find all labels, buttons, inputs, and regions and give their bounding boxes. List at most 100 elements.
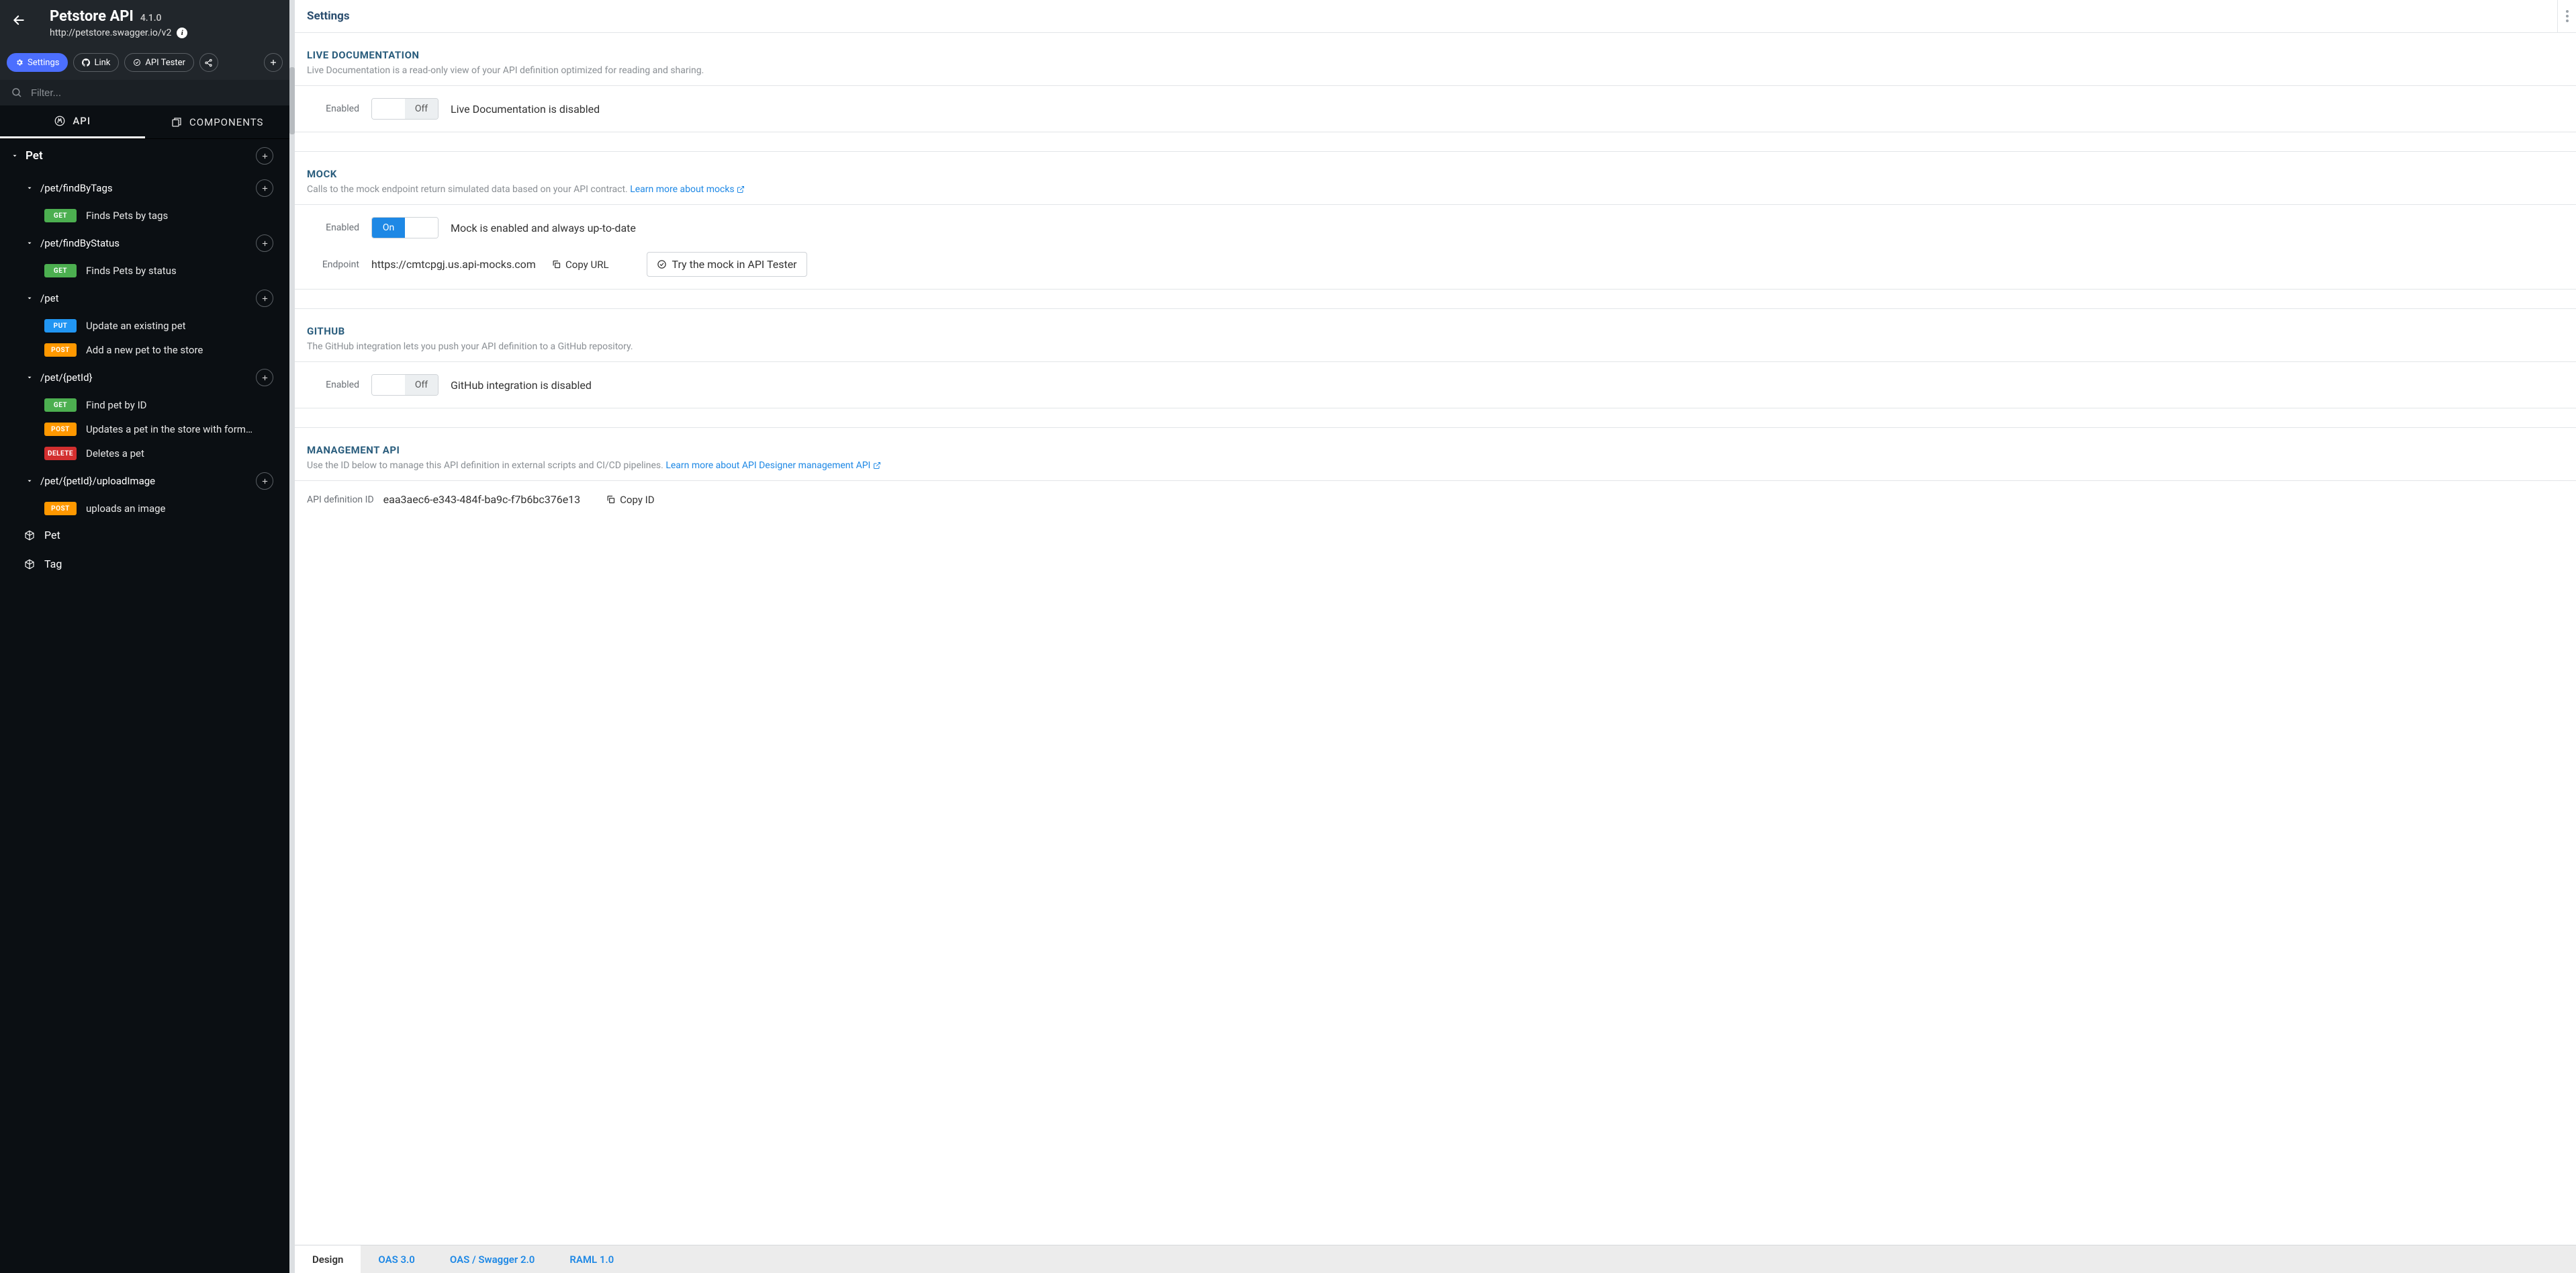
tree-path-label: /pet/findByStatus (40, 237, 256, 249)
live-doc-toggle[interactable]: On Off (371, 98, 439, 120)
tree-operation[interactable]: POST uploads an image (0, 496, 289, 521)
method-badge-post: POST (44, 423, 77, 436)
tree-schema[interactable]: Pet (0, 521, 289, 550)
bottom-tab[interactable]: Design (295, 1245, 361, 1273)
operation-summary: Deletes a pet (86, 447, 144, 459)
tree-operation[interactable]: POST Add a new pet to the store (0, 338, 289, 362)
api-url: http://petstore.swagger.io/v2 (50, 28, 171, 38)
link-button[interactable]: Link (73, 53, 119, 72)
tree-path-label: /pet/{petId} (40, 371, 256, 384)
pane-drag-handle[interactable] (289, 0, 295, 1273)
link-button-label: Link (94, 58, 110, 68)
caret-down-icon (24, 478, 35, 484)
add-operation-button[interactable] (256, 234, 273, 252)
add-operation-button[interactable] (256, 472, 273, 490)
tree-operation[interactable]: GET Finds Pets by tags (0, 204, 289, 228)
settings-button[interactable]: Settings (7, 53, 68, 72)
filter-input[interactable] (31, 87, 279, 99)
tree-operation[interactable]: GET Finds Pets by status (0, 259, 289, 283)
tree-group-header[interactable]: Pet (0, 139, 289, 173)
sidebar-toolbar: Settings Link API Tester (0, 45, 289, 80)
api-tester-button[interactable]: API Tester (124, 53, 193, 72)
bottom-tab[interactable]: OAS 3.0 (361, 1245, 432, 1273)
add-operation-button[interactable] (256, 290, 273, 307)
copy-id-label: Copy ID (620, 494, 654, 506)
check-badge-icon (657, 259, 667, 269)
tree-operation[interactable]: GET Find pet by ID (0, 393, 289, 417)
search-icon (11, 87, 23, 99)
api-tree[interactable]: Pet /pet/findByTags GET Finds Pets by ta… (0, 139, 289, 1273)
section-live-documentation: LIVE DOCUMENTATION Live Documentation is… (295, 33, 2576, 152)
section-title: MANAGEMENT API (307, 444, 2564, 456)
bottom-tabs: DesignOAS 3.0OAS / Swagger 2.0RAML 1.0 (295, 1245, 2576, 1273)
caret-down-icon (24, 374, 35, 381)
try-mock-button[interactable]: Try the mock in API Tester (647, 252, 807, 277)
operation-summary: Update an existing pet (86, 320, 186, 332)
github-toggle[interactable]: On Off (371, 374, 439, 396)
tree-path-header[interactable]: /pet/{petId} (0, 362, 289, 393)
toggle-off-half: Off (405, 375, 438, 395)
add-operation-button[interactable] (256, 179, 273, 197)
caret-down-icon (24, 295, 35, 302)
section-title: MOCK (307, 168, 2564, 180)
caret-down-icon (9, 152, 20, 159)
main-panel: Settings LIVE DOCUMENTATION Live Documen… (295, 0, 2576, 1273)
mgmt-learn-more-link[interactable]: Learn more about API Designer management… (665, 460, 881, 471)
tab-api[interactable]: API (0, 105, 145, 138)
section-desc: Use the ID below to manage this API defi… (307, 460, 2564, 471)
toggle-off-half: Off (405, 218, 438, 238)
add-operation-button[interactable] (256, 369, 273, 386)
main-scroll[interactable]: LIVE DOCUMENTATION Live Documentation is… (295, 33, 2576, 1245)
endpoint-label: Endpoint (307, 259, 359, 270)
operation-summary: Add a new pet to the store (86, 344, 203, 356)
copy-icon (551, 259, 561, 269)
section-management-api: MANAGEMENT API Use the ID below to manag… (295, 428, 2576, 523)
add-button[interactable] (264, 53, 283, 72)
tree-path-header[interactable]: /pet/findByStatus (0, 228, 289, 259)
tab-api-label: API (73, 115, 91, 127)
api-tab-icon (54, 115, 66, 127)
tree-path-header[interactable]: /pet/{petId}/uploadImage (0, 466, 289, 496)
method-badge-delete: DELETE (44, 447, 77, 460)
live-doc-status: Live Documentation is disabled (451, 103, 600, 116)
operation-summary: Find pet by ID (86, 399, 147, 411)
tree-operation[interactable]: PUT Update an existing pet (0, 314, 289, 338)
copy-url-button[interactable]: Copy URL (551, 259, 609, 271)
title-block: Petstore API 4.1.0 http://petstore.swagg… (38, 0, 289, 45)
back-arrow-icon[interactable] (12, 13, 26, 27)
toggle-off-half: Off (405, 99, 438, 119)
tree-operation[interactable]: POST Updates a pet in the store with for… (0, 417, 289, 441)
more-menu-button[interactable] (2557, 0, 2576, 32)
bottom-tab[interactable]: OAS / Swagger 2.0 (432, 1245, 552, 1273)
section-title: LIVE DOCUMENTATION (307, 49, 2564, 61)
section-github: GITHUB The GitHub integration lets you p… (295, 309, 2576, 428)
external-link-icon (873, 462, 881, 470)
mock-endpoint-value: https://cmtcpgj.us.api-mocks.com (371, 258, 539, 271)
copy-id-button[interactable]: Copy ID (606, 494, 654, 506)
cube-icon (24, 530, 35, 541)
section-mock: MOCK Calls to the mock endpoint return s… (295, 152, 2576, 309)
tree-schema[interactable]: Tag (0, 550, 289, 578)
tree-path-header[interactable]: /pet (0, 283, 289, 314)
tree-operation[interactable]: DELETE Deletes a pet (0, 441, 289, 466)
mock-toggle[interactable]: On Off (371, 217, 439, 238)
check-badge-icon (133, 58, 141, 67)
operation-summary: Finds Pets by status (86, 265, 177, 277)
info-icon[interactable]: i (177, 28, 187, 38)
bottom-tab[interactable]: RAML 1.0 (552, 1245, 631, 1273)
sidebar-tabs: API COMPONENTS (0, 105, 289, 139)
tab-components[interactable]: COMPONENTS (145, 105, 290, 138)
github-icon (82, 58, 90, 67)
gear-icon (15, 58, 24, 67)
mock-learn-more-link[interactable]: Learn more about mocks (630, 184, 745, 195)
schema-name: Pet (44, 529, 60, 541)
api-version: 4.1.0 (140, 13, 162, 24)
share-button[interactable] (199, 53, 218, 72)
sidebar: Petstore API 4.1.0 http://petstore.swagg… (0, 0, 289, 1273)
tree-path-header[interactable]: /pet/findByTags (0, 173, 289, 204)
plus-icon (269, 58, 277, 67)
try-mock-label: Try the mock in API Tester (672, 258, 797, 271)
tree-path-label: /pet/{petId}/uploadImage (40, 475, 256, 487)
toggle-on-half: On (372, 375, 405, 395)
add-path-button[interactable] (256, 147, 273, 165)
